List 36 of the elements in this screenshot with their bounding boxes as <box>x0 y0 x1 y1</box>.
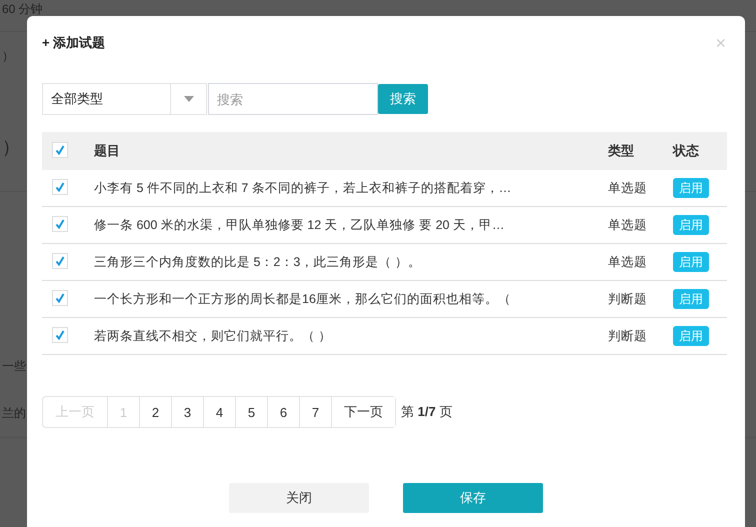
type-select[interactable]: 全部类型 <box>42 83 207 115</box>
background-text: ） <box>2 136 20 158</box>
question-type: 判断题 <box>608 328 647 342</box>
background-text: ） <box>2 48 14 64</box>
checkbox[interactable] <box>52 327 68 343</box>
status-badge: 启用 <box>673 215 709 235</box>
question-type: 单选题 <box>608 180 647 194</box>
question-title: 小李有 5 件不同的上衣和 7 条不同的裤子，若上衣和裤子的搭配着穿，… <box>94 180 512 194</box>
status-badge: 启用 <box>673 252 709 272</box>
background-text: 兰的 <box>2 405 26 422</box>
status-badge: 启用 <box>673 178 709 198</box>
question-title: 修一条 600 米的水渠，甲队单独修要 12 天，乙队单独修 要 20 天，甲… <box>94 218 504 232</box>
dialog-title: + 添加试题 <box>42 34 106 52</box>
page-summary: 第 1/7 页 <box>401 403 452 421</box>
question-type: 单选题 <box>608 218 647 232</box>
caret-down-icon <box>184 96 194 102</box>
column-header: 题目 <box>94 143 120 158</box>
status-badge: 启用 <box>673 326 709 346</box>
background-text: 一些 <box>2 358 26 374</box>
checkbox[interactable] <box>52 179 68 195</box>
next-page-button[interactable]: 下一页 <box>331 397 395 427</box>
close-dialog-button[interactable]: 关闭 <box>229 483 369 513</box>
question-type: 判断题 <box>608 292 647 306</box>
column-header: 类型 <box>608 143 634 158</box>
question-title: 三角形三个内角度数的比是 5：2：3，此三角形是（ ）。 <box>94 254 421 268</box>
search-field[interactable]: 搜索 <box>208 83 378 115</box>
column-header: 状态 <box>673 143 699 158</box>
checkbox[interactable] <box>52 290 68 306</box>
question-title: 一个长方形和一个正方形的周长都是16厘米，那么它们的面积也相等。（ <box>94 292 511 306</box>
background-text: 60 分钟 <box>2 1 43 18</box>
checkbox[interactable] <box>52 253 68 269</box>
question-type: 单选题 <box>608 254 647 268</box>
checkbox[interactable] <box>52 216 68 232</box>
status-badge: 启用 <box>673 289 709 309</box>
checkbox[interactable] <box>52 142 68 158</box>
question-title: 若两条直线不相交，则它们就平行。（ ） <box>94 328 332 342</box>
